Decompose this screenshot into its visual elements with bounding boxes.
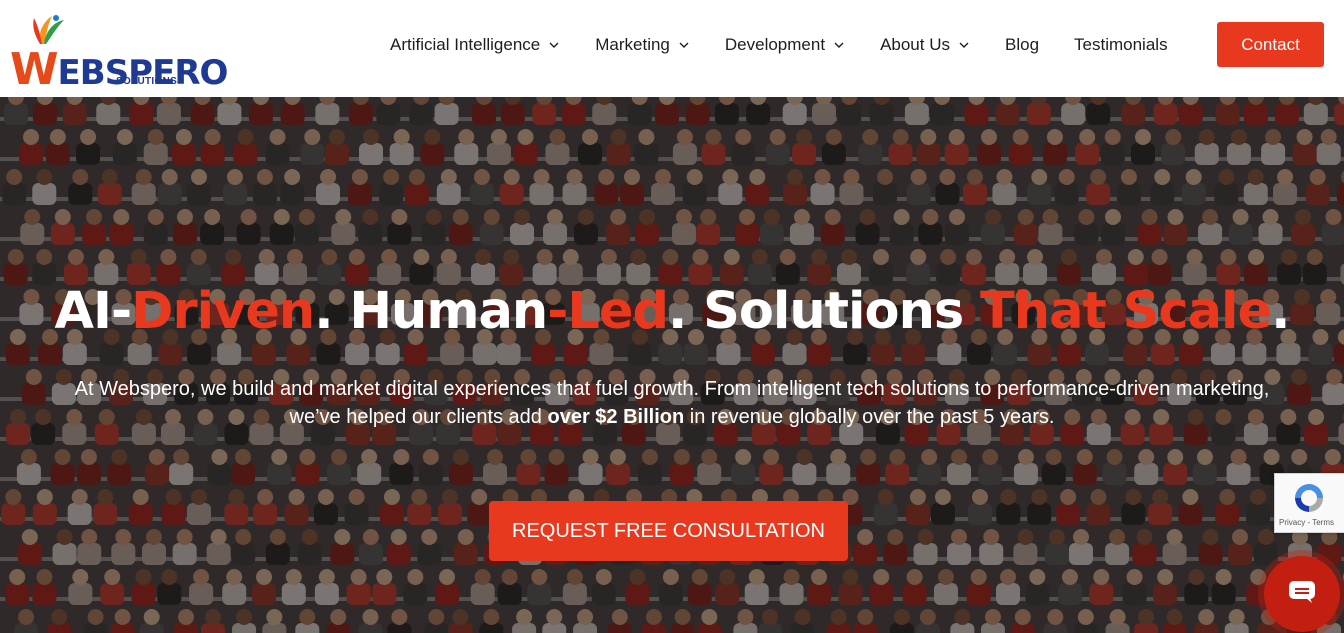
nav-item-development[interactable]: Development (725, 35, 845, 55)
nav-item-label: Blog (1005, 35, 1040, 54)
recaptcha-icon (1295, 484, 1323, 512)
contact-button[interactable]: Contact (1217, 22, 1324, 67)
hero-title-part: . Human (314, 282, 548, 341)
webspero-logo[interactable]: WEBSPERO SOLUTIONS (10, 10, 228, 95)
hero-title-part: . Solutions (667, 282, 980, 341)
request-consultation-button[interactable]: REQUEST FREE CONSULTATION (489, 501, 848, 561)
nav-item-label: About Us (880, 35, 950, 54)
hero-description-text: in revenue globally over the past 5 year… (684, 406, 1055, 428)
recaptcha-badge[interactable]: Privacy - Terms (1274, 473, 1344, 533)
nav-item-label: Marketing (595, 35, 670, 54)
recaptcha-links: Privacy - Terms (1279, 518, 1334, 527)
hero-description-highlight: over $2 Billion (547, 406, 685, 428)
hero-title: AI-Driven. Human-Led. Solutions That Sca… (0, 282, 1344, 341)
hero-title-highlight: Driven (131, 282, 315, 341)
privacy-link[interactable]: Privacy (1279, 518, 1305, 527)
main-navigation: Artificial Intelligence Marketing Develo… (390, 33, 1203, 57)
hero-title-highlight: -Led (547, 282, 669, 341)
hero-title-part: . (1271, 282, 1290, 341)
nav-item-label: Testimonials (1074, 35, 1168, 54)
site-header: WEBSPERO SOLUTIONS Artificial Intelligen… (0, 0, 1344, 97)
nav-item-blog[interactable]: Blog (1005, 35, 1039, 55)
hero-title-highlight: That Scale (980, 282, 1272, 341)
chat-widget-button[interactable] (1264, 556, 1340, 632)
nav-item-testimonials[interactable]: Testimonials (1074, 35, 1168, 55)
nav-item-marketing[interactable]: Marketing (595, 35, 690, 55)
chevron-down-icon (834, 42, 844, 48)
hero-section: AI-Driven. Human-Led. Solutions That Sca… (0, 97, 1344, 633)
hero-title-part: AI- (54, 282, 133, 341)
chevron-down-icon (549, 42, 559, 48)
hero-description: At Webspero, we build and market digital… (70, 375, 1274, 431)
chat-icon (1289, 581, 1315, 603)
terms-link[interactable]: Terms (1312, 518, 1334, 527)
logo-subtitle: SOLUTIONS (116, 76, 178, 87)
nav-item-label: Development (724, 35, 826, 54)
chevron-down-icon (959, 42, 969, 48)
logo-wordmark: WEBSPERO (10, 44, 228, 95)
chevron-down-icon (679, 42, 689, 48)
nav-item-label: Artificial Intelligence (390, 35, 541, 54)
nav-item-artificial-intelligence[interactable]: Artificial Intelligence (390, 35, 560, 55)
nav-item-about-us[interactable]: About Us (880, 35, 970, 55)
